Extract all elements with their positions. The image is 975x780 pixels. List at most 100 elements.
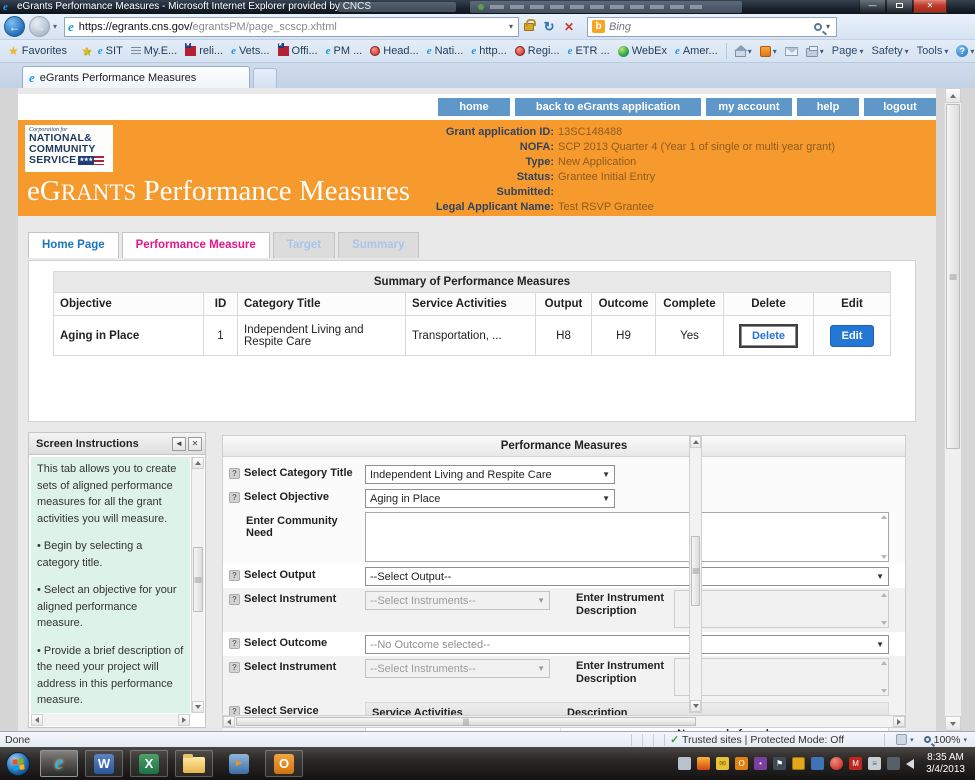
favorite-item[interactable]: eNati...	[424, 44, 467, 58]
network-tray-icon[interactable]	[811, 757, 824, 770]
mail-tray-icon[interactable]: ✉	[716, 757, 729, 770]
home-button[interactable]: ▾	[735, 46, 752, 57]
taskbar-word-button[interactable]: W	[85, 750, 123, 777]
flag-tray-icon[interactable]: ⚑	[773, 757, 786, 770]
objective-select[interactable]: Aging in Place▼	[365, 489, 615, 508]
back-button[interactable]: ←	[4, 16, 25, 37]
help-icon[interactable]: ?	[229, 468, 240, 479]
nav-home-button[interactable]: home	[438, 98, 510, 116]
help-icon[interactable]: ?	[229, 492, 240, 503]
page-menu[interactable]: Page▾	[832, 45, 864, 57]
taskbar-mediaplayer-button[interactable]	[220, 750, 258, 777]
delete-button[interactable]: Delete	[741, 326, 796, 346]
favorite-item[interactable]: eAmer...	[672, 44, 721, 58]
favorite-item[interactable]: reli...	[182, 44, 226, 58]
display-tray-icon[interactable]	[887, 757, 900, 770]
close-panel-button[interactable]: ✕	[188, 437, 202, 451]
browser-tab[interactable]: e eGrants Performance Measures	[22, 66, 250, 88]
security-lock-icon[interactable]	[519, 17, 539, 37]
taskbar-outlook-button[interactable]: O	[265, 750, 303, 777]
favorite-item[interactable]: Regi...	[512, 44, 563, 58]
zoom-control[interactable]: 100% ▾	[924, 734, 967, 746]
column-header: Edit	[814, 293, 890, 316]
add-favorite-icon[interactable]: ★	[81, 44, 92, 58]
favorite-item[interactable]: Head...	[367, 44, 421, 58]
favorite-item[interactable]: eSIT	[95, 44, 126, 58]
shield-tray-icon[interactable]: M	[849, 757, 862, 770]
taskbar-ie-button[interactable]: e	[40, 750, 78, 777]
maximize-button[interactable]	[886, 0, 913, 13]
community-need-textarea[interactable]	[365, 512, 889, 562]
flame-tray-icon[interactable]	[697, 757, 710, 770]
tab-home-page[interactable]: Home Page	[28, 232, 119, 258]
search-box[interactable]: b ▾	[587, 17, 837, 37]
printer-tray-icon[interactable]	[678, 757, 691, 770]
safety-menu[interactable]: Safety▾	[871, 45, 908, 57]
nav-logout-button[interactable]: logout	[864, 98, 936, 116]
speaker-tray-icon[interactable]	[906, 759, 914, 769]
form-scrollbar-vertical[interactable]	[689, 435, 702, 713]
padlock-tray-icon[interactable]	[792, 757, 805, 770]
close-button[interactable]: ✕	[913, 0, 947, 13]
help-icon[interactable]: ?	[229, 594, 240, 605]
help-icon[interactable]: ?	[229, 662, 240, 673]
page-scrollbar[interactable]	[944, 88, 961, 731]
favorite-label: PM ...	[334, 45, 363, 57]
favorite-item[interactable]: My.E...	[128, 44, 180, 58]
clipboard-tray-icon[interactable]: ≡	[868, 757, 881, 770]
antivirus-tray-icon[interactable]	[830, 757, 843, 770]
search-icon[interactable]	[814, 23, 822, 31]
list-icon	[131, 47, 141, 56]
help-menu[interactable]: ?▾	[956, 45, 974, 57]
grant-field-label: Status:	[386, 170, 554, 185]
favorite-item[interactable]: eETR ...	[565, 44, 613, 58]
search-dropdown-icon[interactable]: ▾	[824, 22, 832, 31]
edit-button[interactable]: Edit	[830, 325, 875, 347]
url-dropdown-icon[interactable]: ▾	[507, 22, 515, 31]
favorites-star-icon[interactable]: ★	[8, 44, 19, 58]
outcome-select[interactable]: --No Outcome selected--▼	[365, 635, 889, 654]
read-mail-button[interactable]	[785, 47, 798, 56]
print-button[interactable]: ▾	[806, 46, 824, 57]
favorite-item[interactable]: ePM ...	[323, 44, 366, 58]
output-select[interactable]: --Select Output--▼	[365, 567, 889, 586]
instructions-hscrollbar[interactable]	[31, 714, 190, 726]
nav-my-account-button[interactable]: my account	[706, 98, 792, 116]
nav-back-to-egrants-button[interactable]: back to eGrants application	[515, 98, 701, 116]
favorite-item[interactable]: eVets...	[228, 44, 272, 58]
favorites-label[interactable]: Favorites	[22, 45, 67, 57]
stop-button[interactable]: ✕	[559, 17, 579, 37]
url-field[interactable]: e https://egrants.cns.gov/egrantsPM/page…	[64, 17, 519, 37]
category-title-select[interactable]: Independent Living and Respite Care▼	[365, 465, 615, 484]
help-icon[interactable]: ?	[229, 638, 240, 649]
background-window-fragment	[338, 2, 456, 12]
start-button[interactable]	[6, 752, 30, 776]
forward-button[interactable]: →	[29, 16, 50, 37]
nav-help-button[interactable]: help	[797, 98, 859, 116]
favorite-item[interactable]: ehttp...	[468, 44, 509, 58]
new-tab-button[interactable]	[253, 68, 277, 88]
collapse-panel-button[interactable]: ◄	[172, 437, 186, 451]
zone-icon[interactable]	[896, 734, 907, 745]
instructions-header: Screen Instructions ◄ ✕	[29, 433, 205, 455]
favorite-label: http...	[479, 45, 507, 57]
refresh-button[interactable]: ↻	[539, 17, 559, 37]
feeds-button[interactable]: ▾	[760, 46, 777, 57]
outlook-tray-icon[interactable]: O	[735, 757, 748, 770]
minimize-button[interactable]: —	[859, 0, 886, 13]
taskbar-excel-button[interactable]: X	[130, 750, 168, 777]
help-icon[interactable]: ?	[229, 570, 240, 581]
recent-pages-dropdown-icon[interactable]: ▾	[53, 22, 57, 31]
favorite-item[interactable]: WebEx	[615, 44, 670, 58]
instructions-scrollbar[interactable]	[191, 457, 204, 713]
logo-line: SERVICE	[29, 155, 76, 166]
tools-menu[interactable]: Tools▾	[917, 45, 949, 57]
form-scrollbar-horizontal[interactable]	[222, 715, 906, 728]
purple-lock-tray-icon[interactable]: •	[754, 757, 767, 770]
form-title: Performance Measures	[223, 436, 905, 457]
taskbar-explorer-button[interactable]	[175, 750, 213, 777]
search-input[interactable]	[609, 21, 814, 33]
taskbar-clock[interactable]: 8:35 AM 3/4/2013	[926, 752, 965, 776]
favorite-item[interactable]: Offi...	[275, 44, 321, 58]
tab-performance-measure[interactable]: Performance Measure	[122, 232, 270, 258]
